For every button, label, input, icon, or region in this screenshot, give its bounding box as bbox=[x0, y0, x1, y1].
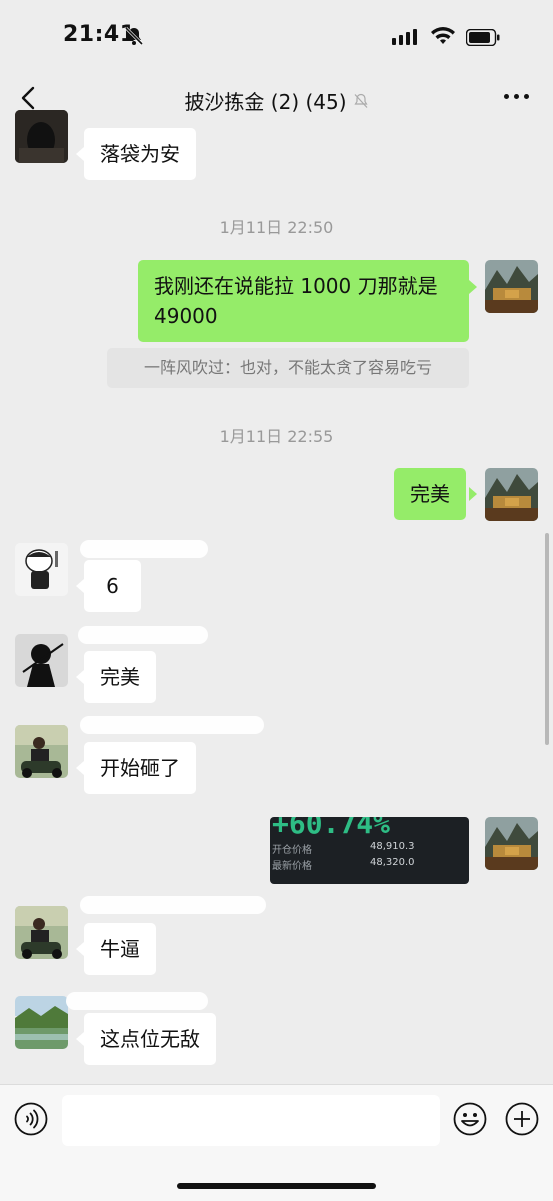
message-bubble[interactable]: 牛逼 bbox=[84, 923, 156, 975]
emoji-icon[interactable] bbox=[453, 1102, 487, 1136]
message-bubble[interactable]: 这点位无敌 bbox=[84, 1013, 216, 1065]
message-bubble[interactable]: 开始砸了 bbox=[84, 742, 196, 794]
scrollbar[interactable] bbox=[545, 533, 549, 745]
home-indicator[interactable] bbox=[177, 1183, 376, 1189]
timestamp: 1月11日 22:50 bbox=[219, 218, 334, 237]
message-bubble[interactable]: 6 bbox=[84, 560, 141, 612]
message-bubble[interactable]: 我刚还在说能拉 1000 刀那就是 49000 bbox=[138, 260, 469, 342]
message-bubble[interactable]: 完美 bbox=[84, 651, 156, 703]
avatar[interactable] bbox=[15, 110, 68, 163]
my-avatar[interactable] bbox=[485, 468, 538, 521]
redacted-name bbox=[78, 626, 208, 644]
avatar[interactable] bbox=[15, 634, 68, 687]
my-avatar[interactable] bbox=[485, 817, 538, 870]
chat-title-bar: 披沙拣金 (2) (45) bbox=[0, 86, 553, 115]
more-options-icon[interactable] bbox=[504, 94, 529, 99]
trade-screenshot-image[interactable]: +60.74% 开仓价格 48,910.3 最新价格 48,320.0 bbox=[270, 817, 469, 884]
avatar[interactable] bbox=[15, 543, 68, 596]
mute-icon bbox=[353, 93, 368, 108]
plus-icon[interactable] bbox=[505, 1102, 539, 1136]
chat-title: 披沙拣金 (2) (45) bbox=[184, 90, 347, 114]
redacted-name bbox=[80, 896, 266, 914]
bell-off-icon bbox=[124, 26, 144, 46]
avatar[interactable] bbox=[15, 996, 68, 1049]
message-input[interactable] bbox=[62, 1095, 440, 1146]
signal-icon bbox=[392, 29, 417, 45]
voice-icon[interactable] bbox=[14, 1102, 48, 1136]
my-avatar[interactable] bbox=[485, 260, 538, 313]
battery-icon bbox=[466, 29, 500, 46]
avatar[interactable] bbox=[15, 725, 68, 778]
timestamp: 1月11日 22:55 bbox=[219, 427, 334, 446]
message-bubble[interactable]: 完美 bbox=[394, 468, 466, 520]
quoted-reply[interactable]: 一阵风吹过：也对，不能太贪了容易吃亏 bbox=[107, 348, 469, 388]
redacted-name bbox=[80, 716, 264, 734]
avatar[interactable] bbox=[15, 906, 68, 959]
redacted-name bbox=[80, 540, 208, 558]
wifi-icon bbox=[431, 27, 455, 44]
redacted-name bbox=[66, 992, 208, 1010]
message-bubble[interactable]: 落袋为安 bbox=[84, 128, 196, 180]
